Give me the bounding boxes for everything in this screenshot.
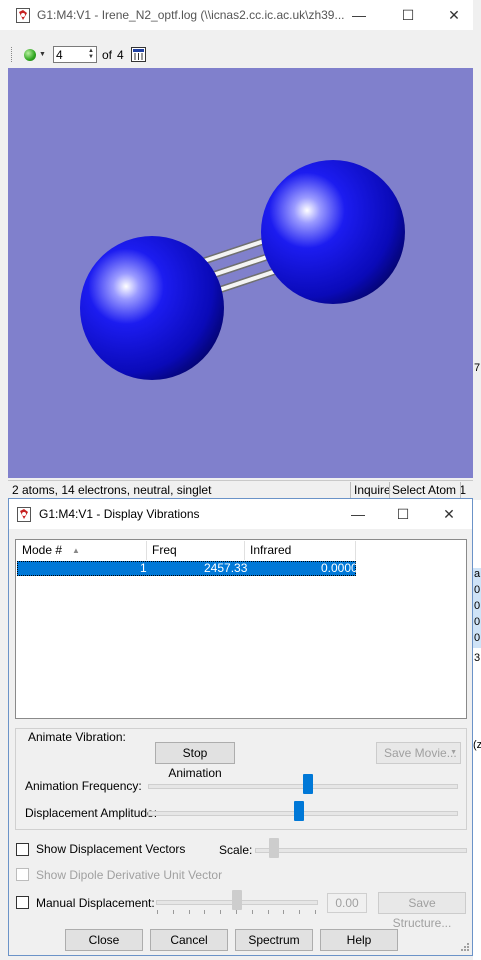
spin-arrows-icon[interactable]: ▲ ▼ xyxy=(87,48,95,61)
main-window-title: G1:M4:V1 - Irene_N2_optf.log (\\icnas2.c… xyxy=(37,8,345,22)
dialog-titlebar[interactable]: G1:M4:V1 - Display Vibrations — ☐ ✕ xyxy=(9,499,472,529)
frame-toolbar: ▼ 4 ▲ ▼ of 4 xyxy=(8,44,473,66)
slider-tick xyxy=(188,910,190,914)
show-displacement-vectors-label: Show Displacement Vectors xyxy=(36,842,186,856)
of-label: of xyxy=(102,48,113,62)
animation-frequency-label: Animation Frequency: xyxy=(25,779,142,793)
status-action: Select Atom 1 xyxy=(392,483,467,497)
show-dipole-label: Show Dipole Derivative Unit Vector xyxy=(36,868,223,882)
scale-label: Scale: xyxy=(219,843,253,857)
row-freq: 2457.33 xyxy=(204,561,248,575)
frame-spinbox[interactable]: 4 ▲ ▼ xyxy=(53,46,97,63)
background-app-edge: 7 a 0 0 0 0 3 (z xyxy=(473,0,481,960)
show-displacement-vectors-checkbox[interactable] xyxy=(16,843,29,856)
stop-animation-button[interactable]: Stop Animation xyxy=(155,742,235,780)
table-row[interactable]: 1 2457.33 0.0000 xyxy=(17,561,358,576)
frame-value: 4 xyxy=(56,48,63,62)
maximize-button[interactable]: ☐ xyxy=(385,0,431,30)
spectrum-button[interactable]: Spectrum xyxy=(235,929,313,951)
dropdown-arrow-icon[interactable]: ▼ xyxy=(39,51,46,58)
slider-tick xyxy=(236,910,237,914)
row-mode: 1 xyxy=(140,561,147,575)
row-infrared: 0.0000 xyxy=(321,561,358,575)
manual-displacement-label: Manual Displacement: xyxy=(36,896,155,910)
displacement-amplitude-label: Displacement Amplitude: xyxy=(25,806,158,820)
manual-displacement-checkbox[interactable] xyxy=(16,896,29,909)
animation-frequency-slider[interactable] xyxy=(303,774,314,794)
scale-track[interactable] xyxy=(255,848,467,853)
molecule-canvas[interactable] xyxy=(8,68,473,478)
modes-table[interactable]: Mode # ▲ Freq Infrared 1 2457.33 0.0000 xyxy=(15,539,467,719)
close-window-button[interactable]: ✕ xyxy=(431,0,477,30)
save-structure-button[interactable]: Save Structure... xyxy=(378,892,466,930)
movie-frames-icon[interactable] xyxy=(131,47,146,62)
show-dipole-checkbox[interactable] xyxy=(16,868,29,881)
animate-vibration-label: Animate Vibration: xyxy=(26,730,128,744)
dialog-close-button[interactable]: ✕ xyxy=(426,499,472,529)
nitrogen-atom-1[interactable] xyxy=(80,236,224,380)
molecule-summary: 2 atoms, 14 electrons, neutral, singlet xyxy=(12,483,212,497)
close-button[interactable]: Close xyxy=(65,929,143,951)
help-button[interactable]: Help xyxy=(320,929,398,951)
column-header-freq[interactable]: Freq xyxy=(147,541,245,560)
slider-tick xyxy=(204,910,206,914)
slider-tick xyxy=(299,910,301,914)
slider-tick xyxy=(251,910,253,914)
dialog-minimize-button[interactable]: — xyxy=(335,499,381,529)
dialog-title: G1:M4:V1 - Display Vibrations xyxy=(39,507,200,521)
nitrogen-atom-2[interactable] xyxy=(261,160,405,304)
main-titlebar[interactable]: G1:M4:V1 - Irene_N2_optf.log (\\icnas2.c… xyxy=(0,0,473,30)
green-status-icon[interactable] xyxy=(24,49,36,61)
minimize-button[interactable]: — xyxy=(336,0,382,30)
n2-molecule-render xyxy=(80,160,405,380)
total-frames: 4 xyxy=(117,48,124,62)
chevron-down-icon: ▼ xyxy=(450,749,457,756)
cancel-button[interactable]: Cancel xyxy=(150,929,228,951)
dialog-maximize-button[interactable]: ☐ xyxy=(380,499,426,529)
bg-glyph: 7 xyxy=(474,362,481,374)
scale-slider[interactable] xyxy=(269,838,279,858)
display-vibrations-dialog: G1:M4:V1 - Display Vibrations — ☐ ✕ Mode… xyxy=(8,498,473,956)
molecule-window: G1:M4:V1 - Irene_N2_optf.log (\\icnas2.c… xyxy=(0,0,481,500)
manual-displacement-slider[interactable] xyxy=(232,890,242,910)
slider-tick xyxy=(172,910,174,914)
column-header-mode[interactable]: Mode # ▲ xyxy=(17,541,147,560)
status-mode: Inquire xyxy=(354,483,391,497)
main-status-bar: 2 atoms, 14 electrons, neutral, singlet … xyxy=(8,480,473,500)
slider-tick xyxy=(315,910,316,914)
slider-tick xyxy=(267,910,269,914)
sort-ascending-icon: ▲ xyxy=(72,546,80,555)
column-header-infrared[interactable]: Infrared xyxy=(245,541,356,560)
toolbar-grip[interactable] xyxy=(11,47,14,62)
slider-tick xyxy=(220,910,222,914)
save-movie-button[interactable]: Save Movie... ▼ xyxy=(376,742,461,764)
manual-displacement-value[interactable]: 0.00 xyxy=(327,893,367,913)
gaussview-dialog-icon xyxy=(17,507,31,522)
slider-tick xyxy=(157,910,158,914)
displacement-amplitude-slider[interactable] xyxy=(293,801,304,821)
gaussview-app-icon xyxy=(16,8,30,23)
slider-tick xyxy=(283,910,285,914)
resize-grip-icon[interactable] xyxy=(459,941,470,952)
